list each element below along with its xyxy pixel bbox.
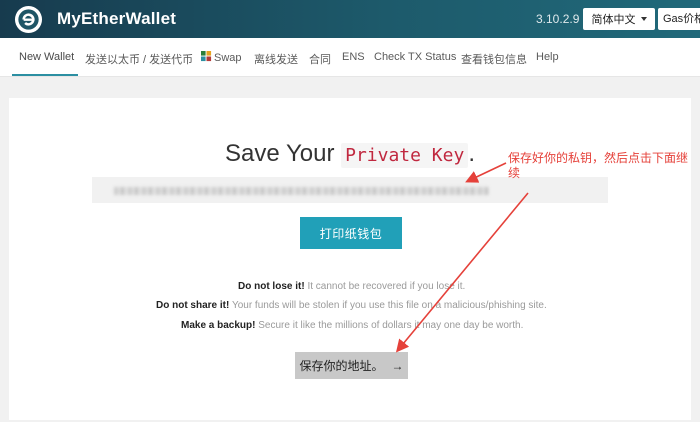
- nav-item-ens[interactable]: ENS: [342, 51, 365, 63]
- nav-item-swap-label: Swap: [214, 52, 242, 64]
- title-code: Private Key: [341, 143, 469, 168]
- language-label: 简体中文: [591, 14, 636, 26]
- myetherwallet-logo-icon[interactable]: [14, 5, 43, 34]
- app-header: MyEtherWallet 3.10.2.9 简体中文 Gas价格: [0, 0, 700, 38]
- annotation-text: 保存好你的私钥，然后点击下面继续: [508, 151, 689, 180]
- gas-price-button[interactable]: Gas价格: [658, 8, 700, 30]
- main-nav: New Wallet 发送以太币 / 发送代币 Swap 离线发送 合同 ENS…: [0, 38, 700, 77]
- chevron-down-icon: [640, 17, 647, 21]
- warning-lose-bold: Do not lose it!: [238, 281, 305, 292]
- active-tab-indicator: [12, 74, 78, 76]
- version-label: 3.10.2.9: [536, 12, 580, 26]
- print-paper-wallet-button[interactable]: 打印纸钱包: [300, 217, 402, 249]
- brand-name[interactable]: MyEtherWallet: [57, 9, 176, 29]
- save-address-button[interactable]: 保存你的地址。 →: [295, 352, 408, 379]
- nav-item-send[interactable]: 发送以太币 / 发送代币: [85, 51, 193, 67]
- nav-item-offline-send[interactable]: 离线发送: [254, 51, 298, 67]
- nav-item-contracts[interactable]: 合同: [309, 51, 331, 67]
- nav-item-swap[interactable]: Swap: [201, 51, 242, 64]
- warning-backup: Make a backup! Secure it like the millio…: [181, 320, 523, 331]
- nav-item-view-wallet-info[interactable]: 查看钱包信息: [461, 51, 527, 67]
- warning-share: Do not share it! Your funds will be stol…: [156, 300, 547, 311]
- swap-icon: [201, 51, 212, 62]
- warning-backup-text: Secure it like the millions of dollars i…: [255, 320, 524, 331]
- warning-lose: Do not lose it! It cannot be recovered i…: [238, 281, 465, 292]
- warning-share-bold: Do not share it!: [156, 300, 230, 311]
- page-title: Save Your Private Key.: [225, 140, 475, 168]
- save-address-label: 保存你的地址。: [299, 359, 384, 373]
- warning-lose-text: It cannot be recovered if you lose it.: [304, 281, 466, 292]
- title-suffix: .: [468, 140, 475, 167]
- warning-backup-bold: Make a backup!: [181, 320, 256, 331]
- title-prefix: Save Your: [225, 140, 335, 167]
- nav-item-check-tx-status[interactable]: Check TX Status: [374, 51, 456, 63]
- arrow-right-icon: →: [391, 358, 404, 373]
- language-select-button[interactable]: 简体中文: [583, 8, 655, 30]
- nav-item-new-wallet[interactable]: New Wallet: [19, 51, 74, 63]
- warning-share-text: Your funds will be stolen if you use thi…: [229, 300, 547, 311]
- nav-item-help[interactable]: Help: [536, 51, 559, 63]
- private-key-redacted: [114, 187, 489, 195]
